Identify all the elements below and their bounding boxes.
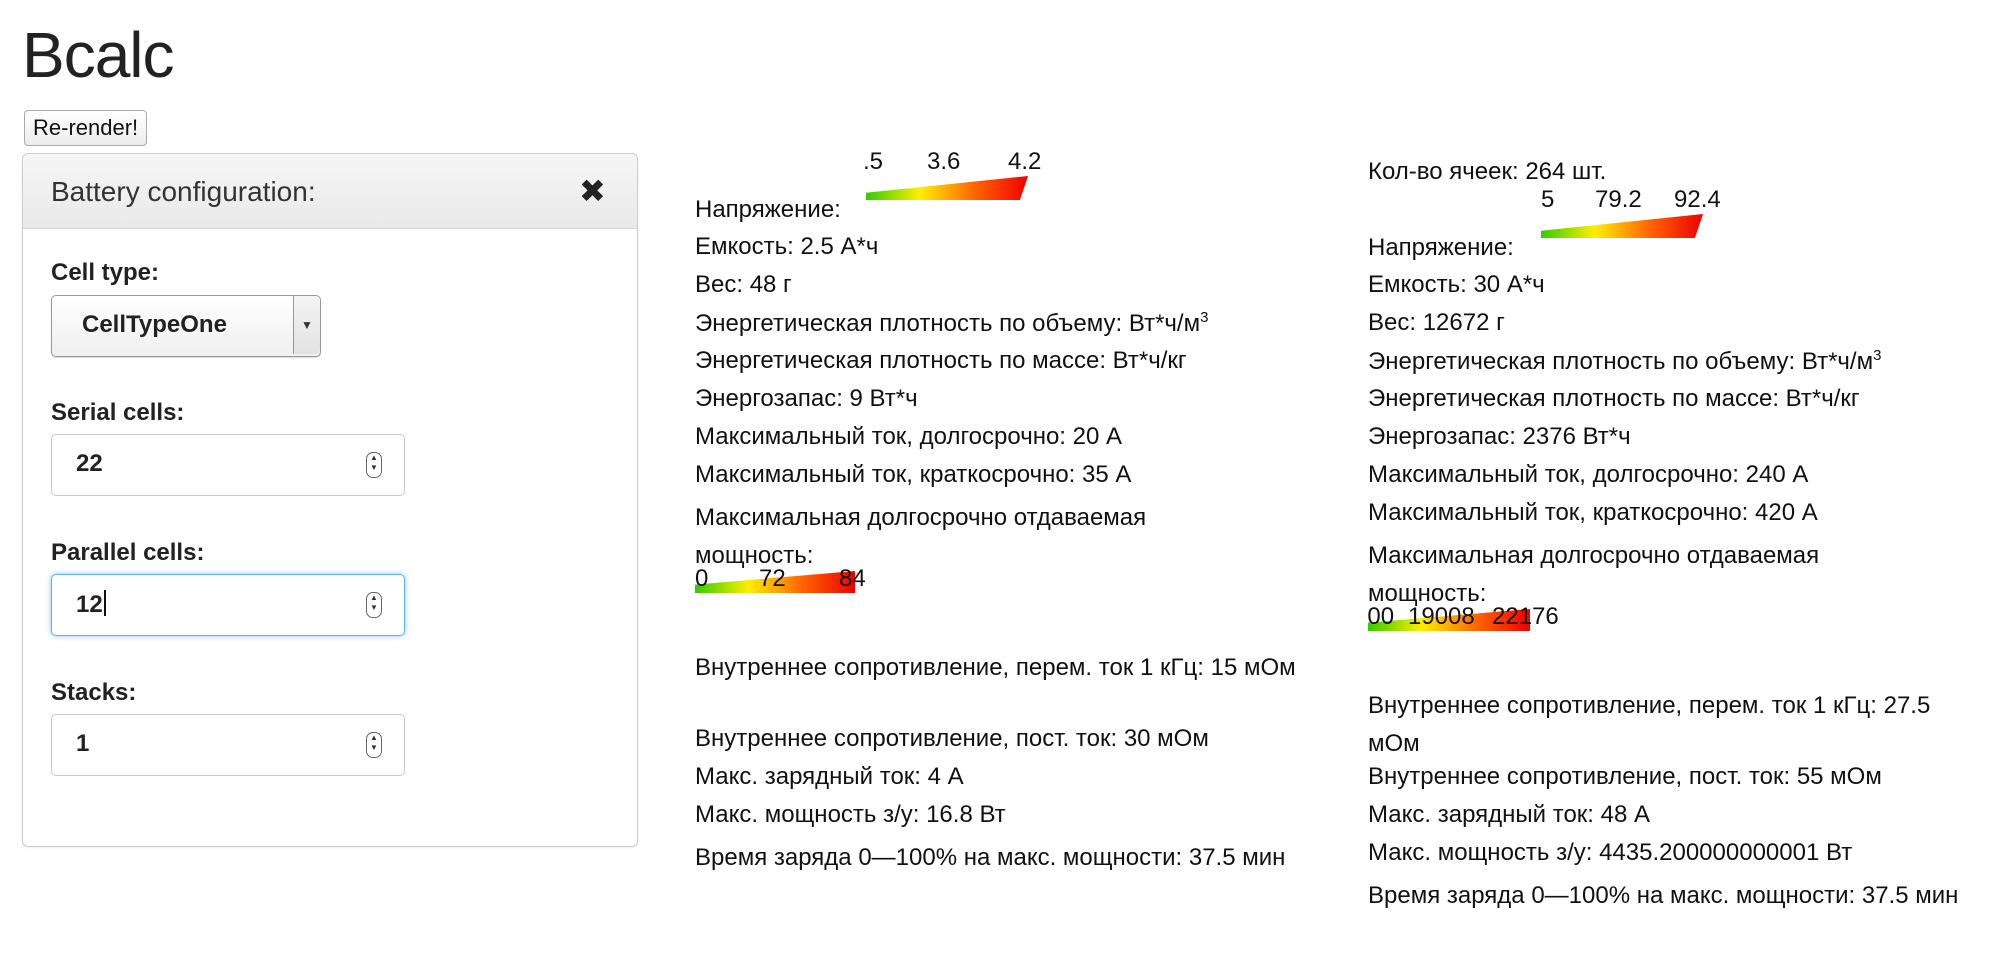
cell-charger-power: Макс. мощность з/у: 16.8 Вт <box>695 801 1006 828</box>
battery-charge-time: Время заряда 0—100% на макс. мощности: 3… <box>1368 882 1959 909</box>
battery-stats-column: Кол-во ячеек: 264 шт. 5 79.2 92.4 Напряж… <box>1368 0 1988 960</box>
cell-resistance-dc: Внутреннее сопротивление, пост. ток: 30 … <box>695 725 1209 752</box>
cell-max-charge-current: Макс. зарядный ток: 4 А <box>695 763 964 790</box>
voltage-gradient-bar <box>866 176 1028 200</box>
cell-capacity: Емкость: 2.5 А*ч <box>695 233 879 260</box>
battery-voltage-scale: 5 79.2 92.4 <box>1368 186 1728 240</box>
stacks-label: Stacks: <box>51 679 137 706</box>
battery-capacity: Емкость: 30 А*ч <box>1368 271 1545 298</box>
page-title: Bcalc <box>22 19 174 91</box>
voltage-gradient-bar <box>1541 214 1703 238</box>
scale-mid-label: 79.2 <box>1595 186 1642 213</box>
scale-max-label: 92.4 <box>1674 186 1721 213</box>
scale-mid-label: 72 <box>759 565 786 592</box>
parallel-cells-value: 12 <box>76 591 103 618</box>
stacks-input[interactable]: 1 ▲ ▼ <box>51 714 405 776</box>
battery-max-current-short: Максимальный ток, краткосрочно: 420 А <box>1368 499 1818 526</box>
energy-density-volume-text: Энергетическая плотность по объему: Вт*ч… <box>695 310 1201 337</box>
battery-energy: Энергозапас: 2376 Вт*ч <box>1368 423 1631 450</box>
chevron-down-icon[interactable]: ▼ <box>293 296 320 354</box>
cell-power-scale: 0 72 84 <box>695 565 895 595</box>
cell-type-label: Cell type: <box>51 259 160 286</box>
scale-max-label: 4.2 <box>1008 148 1042 175</box>
superscript-3: 3 <box>1873 347 1882 364</box>
spinner-icon[interactable]: ▲ ▼ <box>366 592 382 618</box>
battery-energy-density-volume: Энергетическая плотность по объему: Вт*ч… <box>1368 347 1881 376</box>
cell-voltage-label: Напряжение: <box>695 196 841 223</box>
serial-cells-label: Serial cells: <box>51 399 185 426</box>
parallel-cells-input[interactable]: 12 ▲ ▼ <box>51 574 405 636</box>
cell-voltage-scale: .5 3.6 4.2 <box>695 148 1041 202</box>
cell-max-current-long: Максимальный ток, долгосрочно: 20 А <box>695 423 1123 450</box>
battery-max-power-long: Максимальная долгосрочно отдаваемая мощн… <box>1368 542 1820 607</box>
cell-type-select[interactable]: CellTypeOne ▼ <box>51 295 321 357</box>
scale-mid-label: 19008 <box>1408 603 1475 630</box>
cell-max-power-long: Максимальная долгосрочно отдаваемая мощн… <box>695 504 1147 569</box>
panel-title: Battery configuration: <box>51 176 316 207</box>
cell-weight: Вес: 48 г <box>695 271 792 298</box>
battery-voltage-label: Напряжение: <box>1368 234 1514 261</box>
energy-density-volume-text: Энергетическая плотность по объему: Вт*ч… <box>1368 348 1874 375</box>
battery-energy-density-mass: Энергетическая плотность по массе: Вт*ч/… <box>1368 385 1860 412</box>
battery-weight: Вес: 12672 г <box>1368 309 1505 336</box>
cell-energy: Энергозапас: 9 Вт*ч <box>695 385 918 412</box>
serial-cells-value: 22 <box>76 450 103 477</box>
scale-mid-label: 3.6 <box>927 148 961 175</box>
cell-stats-column: .5 3.6 4.2 Напряжение: Емкость: 2.5 А*ч … <box>695 0 1335 960</box>
spinner-icon[interactable]: ▲ ▼ <box>366 732 382 758</box>
cell-type-value: CellTypeOne <box>82 311 227 338</box>
rerender-button[interactable]: Re-render! <box>24 110 148 146</box>
cell-resistance-ac: Внутреннее сопротивление, перем. ток 1 к… <box>695 654 1296 681</box>
scale-min-label: 5 <box>1541 186 1555 213</box>
battery-cell-count: Кол-во ячеек: 264 шт. <box>1368 158 1607 185</box>
cell-energy-density-volume: Энергетическая плотность по объему: Вт*ч… <box>695 309 1208 338</box>
close-icon[interactable]: ✖ <box>579 172 606 210</box>
cell-energy-density-mass: Энергетическая плотность по массе: Вт*ч/… <box>695 347 1187 374</box>
battery-resistance-ac: Внутреннее сопротивление, перем. ток 1 к… <box>1368 692 1931 757</box>
text-caret <box>103 590 106 616</box>
battery-charger-power: Макс. мощность з/у: 4435.200000000001 Вт <box>1368 839 1853 866</box>
battery-power-scale: 200 19008 22176 <box>1368 603 1628 633</box>
scale-max-label: 84 <box>839 565 866 592</box>
stacks-value: 1 <box>76 730 90 757</box>
cell-max-current-short: Максимальный ток, краткосрочно: 35 А <box>695 461 1132 488</box>
serial-cells-input[interactable]: 22 ▲ ▼ <box>51 434 405 496</box>
scale-min-label: .5 <box>863 148 884 175</box>
battery-resistance-dc: Внутреннее сопротивление, пост. ток: 55 … <box>1368 763 1882 790</box>
spinner-icon[interactable]: ▲ ▼ <box>366 452 382 478</box>
battery-config-panel: Battery configuration: ✖ Cell type: Cell… <box>22 153 638 847</box>
cell-charge-time: Время заряда 0—100% на макс. мощности: 3… <box>695 844 1286 871</box>
panel-header: Battery configuration: ✖ <box>23 154 637 229</box>
parallel-cells-label: Parallel cells: <box>51 539 205 566</box>
scale-min-label: 200 <box>1368 603 1395 630</box>
scale-max-label: 22176 <box>1492 603 1559 630</box>
superscript-3: 3 <box>1200 309 1209 326</box>
battery-max-charge-current: Макс. зарядный ток: 48 А <box>1368 801 1650 828</box>
battery-max-current-long: Максимальный ток, долгосрочно: 240 А <box>1368 461 1809 488</box>
scale-min-label: 0 <box>695 565 709 592</box>
